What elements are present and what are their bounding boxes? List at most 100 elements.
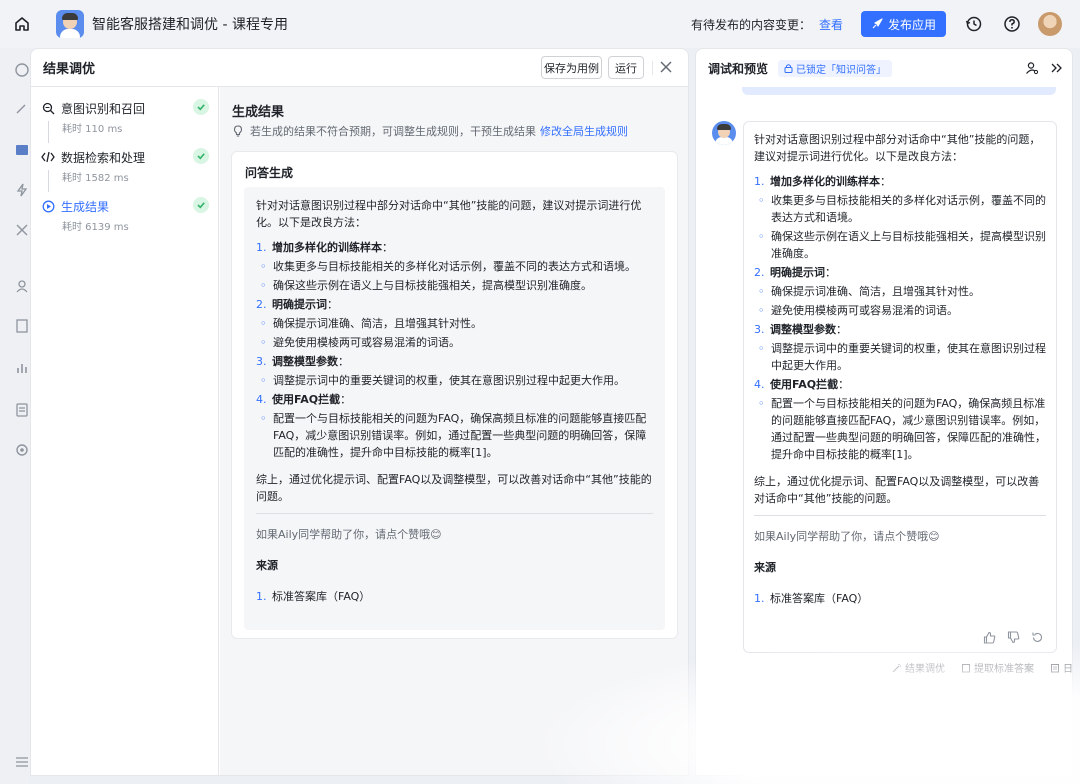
extract-answer-action-label: 提取标准答案 — [974, 664, 1034, 675]
help-icon[interactable] — [1002, 14, 1022, 34]
result-tuning-title: 结果调优 — [43, 62, 96, 77]
tools-icon[interactable] — [14, 222, 30, 238]
result-hint-text: 若生成的结果不符合预期，可调整生成规则，干预生成结果 — [250, 125, 536, 138]
step-label: 生成结果 — [61, 199, 110, 214]
user-avatar[interactable] — [1038, 12, 1062, 36]
result-area: 生成结果 若生成的结果不符合预期，可调整生成规则，干预生成结果 修改全局生成规则… — [220, 87, 688, 775]
list-subitem: 避免使用模棱两可或容易混淆的词语。 — [256, 334, 653, 351]
close-icon[interactable] — [658, 59, 674, 75]
bot-message-bubble: 针对对话意图识别过程中部分对话命中“其他”技能的问题，建议对提示词进行优化。以下… — [743, 121, 1057, 653]
log-action-label: 日志 — [1063, 664, 1073, 675]
result-tuning-panel: 结果调优 保存为用例 运行 意图识别和召回 耗时 110 ms 数据检索和处理 … — [30, 48, 689, 776]
result-tuning-header: 结果调优 保存为用例 运行 — [31, 49, 688, 87]
wand-icon — [892, 663, 901, 672]
check-icon — [193, 99, 209, 115]
extract-answer-action[interactable]: 提取标准答案 — [961, 660, 1042, 675]
nav-rail — [0, 48, 30, 784]
publish-app-button[interactable]: 发布应用 — [860, 11, 946, 37]
document-icon[interactable] — [14, 402, 30, 418]
list-number: 4. — [754, 378, 765, 391]
regenerate-icon[interactable] — [1030, 630, 1044, 644]
result-tuning-action[interactable]: 结果调优 — [892, 660, 953, 675]
list-subitem: 避免使用模棱两可或容易混淆的词语。 — [754, 302, 1046, 319]
link-icon[interactable] — [14, 102, 30, 118]
answer-content: 针对对话意图识别过程中部分对话命中“其他”技能的问题，建议对提示词进行优化。以下… — [256, 197, 653, 605]
list-number: 4. — [256, 393, 267, 406]
source-title: 来源 — [754, 561, 776, 574]
save-as-case-button[interactable]: 保存为用例 — [541, 56, 602, 79]
list-heading: 使用FAQ拦截 — [272, 393, 341, 406]
result-hint: 若生成的结果不符合预期，可调整生成规则，干预生成结果 修改全局生成规则 — [232, 123, 628, 139]
app-avatar — [56, 10, 84, 38]
thumbs-up-icon[interactable] — [982, 630, 996, 644]
step-label: 数据检索和处理 — [61, 150, 146, 165]
rocket-icon — [872, 18, 883, 29]
step-time: 耗时 110 ms — [62, 124, 123, 135]
debug-preview-panel: 调试和预览 已锁定「知识问答」 针对对话意图识别过程中部分对话命中“其他”技能的… — [695, 48, 1073, 776]
answer-content: 针对对话意图识别过程中部分对话命中“其他”技能的问题，建议对提示词进行优化。以下… — [754, 131, 1046, 607]
collapse-menu-icon[interactable] — [14, 754, 30, 770]
step-generate-result[interactable]: 生成结果 耗时 6139 ms — [41, 197, 209, 233]
edit-global-rules-link[interactable]: 修改全局生成规则 — [540, 123, 628, 139]
history-icon[interactable] — [964, 14, 984, 34]
step-intent-recognition[interactable]: 意图识别和召回 耗时 110 ms — [41, 99, 209, 135]
answer-conclusion: 综上，通过优化提示词、配置FAQ以及调整模型，可以改善对话命中“其他”技能的问题… — [754, 475, 1040, 505]
view-changes-link[interactable]: 查看 — [819, 16, 843, 33]
thumbs-down-icon[interactable] — [1006, 630, 1020, 644]
user-settings-icon[interactable] — [1024, 60, 1040, 76]
qa-generation-title: 问答生成 — [245, 166, 294, 180]
step-time: 耗时 6139 ms — [62, 222, 129, 233]
log-icon — [1051, 663, 1059, 672]
users-icon[interactable] — [14, 278, 30, 294]
thanks-text: 如果Aily同学帮助了你，请点个赞哦😊 — [256, 528, 442, 541]
list-heading: 使用FAQ拦截 — [770, 378, 839, 391]
settings-icon[interactable] — [14, 442, 30, 458]
bolt-icon[interactable] — [14, 182, 30, 198]
list-number: 2. — [754, 266, 765, 279]
answer-box: 针对对话意图识别过程中部分对话命中“其他”技能的问题，建议对提示词进行优化。以下… — [244, 187, 665, 630]
answer-intro: 针对对话意图识别过程中部分对话命中“其他”技能的问题，建议对提示词进行优化。以下… — [256, 199, 642, 229]
step-label: 意图识别和召回 — [61, 101, 146, 116]
source-item[interactable]: 1. 标准答案库（FAQ） — [754, 590, 1046, 607]
list-subitem: 确保提示词准确、简洁，且增强其针对性。 — [754, 283, 1046, 300]
user-message-bubble — [742, 87, 1056, 95]
divider — [256, 513, 653, 514]
result-title: 生成结果 — [232, 105, 285, 120]
chat-icon[interactable] — [14, 62, 30, 78]
lightbulb-icon — [233, 125, 243, 137]
list-subitem: 确保这些示例在语义上与目标技能强相关，提高模型识别准确度。 — [754, 228, 1046, 262]
list-subitem: 确保这些示例在语义上与目标技能强相关，提高模型识别准确度。 — [256, 277, 653, 294]
intent-search-icon — [41, 101, 55, 115]
list-heading: 调整模型参数 — [770, 323, 836, 336]
report-icon[interactable] — [14, 318, 30, 334]
collapse-panel-icon[interactable] — [1048, 60, 1064, 76]
list-subitem: 调整提示词中的重要关键词的权重，使其在意图识别过程中起更大作用。 — [256, 372, 653, 389]
locked-skill-label: 已锁定「知识问答」 — [796, 64, 887, 76]
book-icon[interactable] — [14, 142, 30, 158]
debug-preview-title: 调试和预览 — [708, 61, 769, 76]
list-heading: 明确提示词 — [770, 266, 825, 279]
step-data-retrieval[interactable]: 数据检索和处理 耗时 1582 ms — [41, 148, 209, 184]
list-subitem: 配置一个与目标技能相关的问题为FAQ，确保高频且标准的问题能够直接匹配FAQ，减… — [256, 410, 653, 461]
lock-icon — [784, 64, 793, 73]
list-number: 1. — [754, 592, 765, 605]
app-title: 智能客服搭建和调优 - 课程专用 — [92, 17, 288, 33]
generate-icon — [41, 199, 55, 213]
result-tuning-action-label: 结果调优 — [905, 664, 945, 675]
thanks-text: 如果Aily同学帮助了你，请点个赞哦😊 — [754, 530, 940, 543]
message-actions: 结果调优 提取标准答案 日志 — [892, 660, 1073, 675]
list-heading: 调整模型参数 — [272, 355, 338, 368]
source-item[interactable]: 1. 标准答案库（FAQ） — [256, 588, 653, 605]
home-icon[interactable] — [10, 12, 34, 36]
source-title: 来源 — [256, 559, 278, 572]
list-heading: 增加多样化的训练样本 — [272, 241, 382, 254]
check-icon — [193, 197, 209, 213]
locked-skill-badge: 已锁定「知识问答」 — [778, 59, 893, 77]
chart-icon[interactable] — [14, 360, 30, 376]
run-button[interactable]: 运行 — [608, 56, 644, 79]
log-action[interactable]: 日志 — [1050, 660, 1073, 675]
list-heading: 增加多样化的训练样本 — [770, 175, 880, 188]
code-icon — [41, 150, 55, 164]
list-number: 3. — [754, 323, 765, 336]
list-subitem: 收集更多与目标技能相关的多样化对话示例，覆盖不同的表达方式和语境。 — [256, 258, 653, 275]
